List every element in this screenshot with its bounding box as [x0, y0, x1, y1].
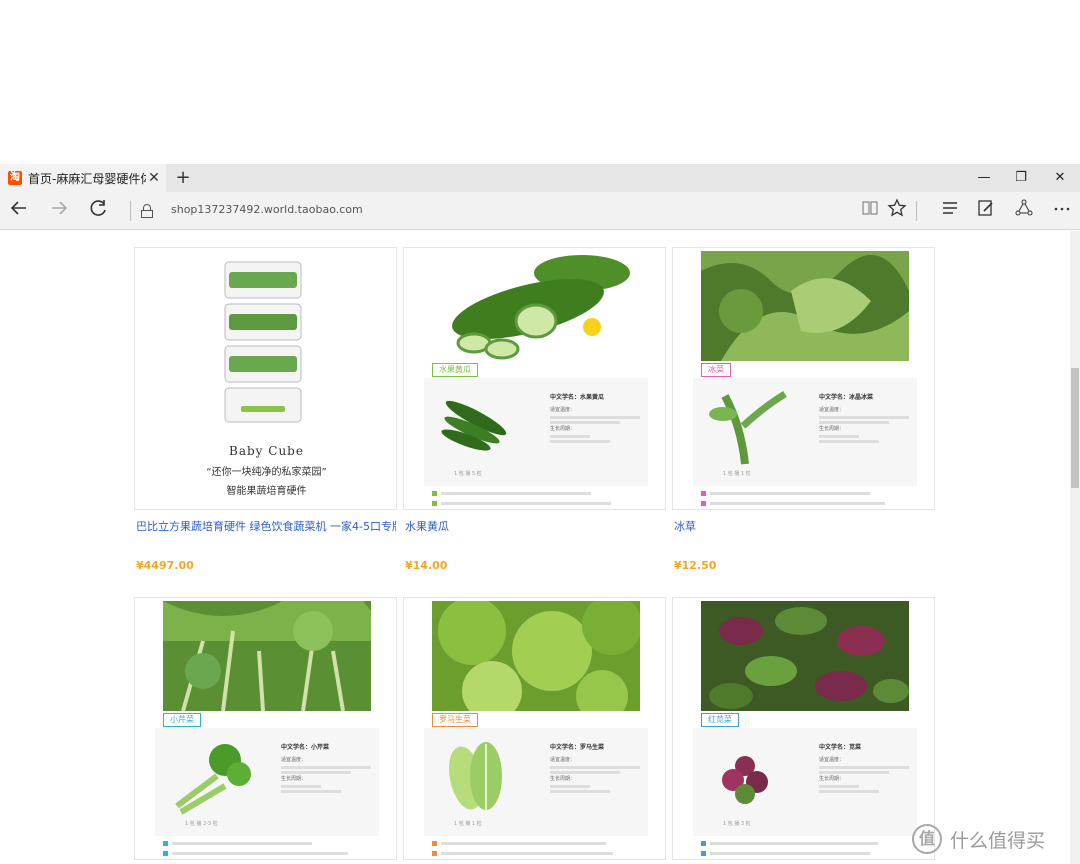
address-bar[interactable]: shop137237492.world.taobao.com [171, 203, 363, 216]
seed-caption: 1 包 播 1 粒 [454, 821, 482, 827]
close-window-button[interactable]: ✕ [1040, 164, 1080, 192]
info-heading: 中文学名：罗马生菜 [550, 744, 605, 751]
product-price: ¥14.00 [405, 559, 448, 572]
slogan-label: “还你一块纯净的私家菜园” [206, 467, 327, 478]
new-tab-button[interactable]: + [172, 166, 194, 190]
info-label: 适宜温度： [819, 407, 845, 413]
feature-bullets [163, 838, 383, 858]
product-tag: 水果黄瓜 [432, 363, 478, 377]
watermark-text: 什么值得买 [950, 829, 1046, 852]
ice-plant-icon [709, 390, 787, 465]
product-tag: 罗马生菜 [432, 713, 478, 727]
lock-icon [141, 204, 153, 218]
forward-icon[interactable] [46, 198, 72, 224]
ice-plant-photo-icon [701, 251, 909, 361]
page-content: Baby Cube “还你一块纯净的私家菜园” 智能果蔬培育硬件 巴比立方果蔬培… [0, 231, 1070, 864]
info-panel: 1 包 播 5 粒 中文学名：水果黄瓜 适宜温度： 生长周期： [424, 378, 648, 486]
vertical-scrollbar[interactable] [1070, 231, 1080, 864]
info-heading: 中文学名：小芹菜 [281, 744, 330, 751]
seed-caption: 1 包 播 1 粒 [723, 471, 751, 477]
cucumber-icon [441, 400, 507, 451]
info-label: 适宜温度： [550, 407, 576, 413]
product-image[interactable]: Baby Cube “还你一块纯净的私家菜园” 智能果蔬培育硬件 [134, 247, 397, 510]
navigation-bar: shop137237492.world.taobao.com [0, 192, 1080, 230]
info-text: 中文学名：冰晶冰菜 适宜温度： 生长周期： [819, 392, 915, 445]
brand-label: Baby Cube [229, 444, 304, 458]
feature-bullets [432, 838, 652, 858]
info-label: 适宜温度： [281, 757, 307, 763]
share-icon[interactable] [1011, 198, 1037, 224]
info-label: 生长周期： [819, 426, 845, 432]
feature-bullets [432, 488, 652, 508]
info-panel: 1 包 播 1 粒 中文学名：冰晶冰菜 适宜温度： 生长周期： [693, 378, 917, 486]
more-icon[interactable] [1049, 198, 1075, 224]
info-label: 生长周期： [819, 776, 845, 782]
taobao-favicon-icon: 淘 [8, 171, 22, 185]
product-image[interactable]: 小芹菜 1 包 播 2-3 粒 中文学名：小芹菜 适宜温度： 生长周期： [134, 597, 397, 860]
info-label: 生长周期： [550, 776, 576, 782]
info-label: 生长周期： [281, 776, 307, 782]
product-price: ¥4497.00 [136, 559, 194, 572]
feature-bullets [701, 838, 921, 858]
web-note-icon[interactable] [973, 198, 999, 224]
browser-tab[interactable]: 淘 首页-麻麻汇母婴硬件体 ✕ [0, 164, 166, 192]
product-image[interactable]: 冰菜 1 包 播 1 粒 中文学名：冰晶冰菜 适宜温度： 生长周期： [672, 247, 935, 510]
seed-caption: 1 包 播 3 粒 [723, 821, 751, 827]
info-panel: 1 包 播 1 粒 中文学名：罗马生菜 适宜温度： 生长周期： [424, 728, 648, 836]
smzdm-logo-icon: 值 [912, 824, 942, 854]
info-heading: 中文学名：苋菜 [819, 744, 862, 751]
separator [916, 201, 917, 221]
celery-icon [175, 744, 251, 815]
tab-title: 首页-麻麻汇母婴硬件体 [28, 171, 146, 186]
product-title-link[interactable]: 冰草 [674, 519, 934, 535]
hub-icon[interactable] [937, 198, 963, 224]
back-icon[interactable] [6, 198, 32, 224]
amaranth-photo-icon [701, 601, 909, 711]
feature-bullets [701, 488, 921, 508]
product-tag: 冰菜 [701, 363, 731, 377]
info-panel: 1 包 播 2-3 粒 中文学名：小芹菜 适宜温度： 生长周期： [155, 728, 379, 836]
info-label: 生长周期： [550, 426, 576, 432]
seed-caption: 1 包 播 2-3 粒 [185, 821, 218, 827]
scrollbar-thumb[interactable] [1071, 368, 1079, 488]
info-heading: 中文学名：水果黄瓜 [550, 394, 605, 401]
info-label: 适宜温度： [550, 757, 576, 763]
product-image[interactable]: 水果黄瓜 1 包 播 5 粒 中文学名：水果黄瓜 适宜温度： 生长周期： [403, 247, 666, 510]
favorite-star-icon[interactable] [884, 198, 910, 224]
cucumber-photo-icon [432, 251, 640, 361]
subtitle-label: 智能果蔬培育硬件 [226, 486, 307, 497]
refresh-icon[interactable] [86, 198, 112, 224]
seed-caption: 1 包 播 5 粒 [454, 471, 482, 477]
product-image[interactable]: 红苋菜 1 包 播 3 粒 中文学名：苋菜 适宜温度： 生长周期： [672, 597, 935, 860]
restore-button[interactable]: ❐ [1001, 164, 1041, 192]
separator [130, 201, 131, 221]
info-text: 中文学名：罗马生菜 适宜温度： 生长周期： [550, 742, 646, 795]
info-text: 中文学名：苋菜 适宜温度： 生长周期： [819, 742, 915, 795]
product-image[interactable]: 罗马生菜 1 包 播 1 粒 中文学名：罗马生菜 适宜温度： 生长周期： [403, 597, 666, 860]
blank-area [0, 0, 1080, 164]
product-tag: 红苋菜 [701, 713, 739, 727]
tab-bar: 淘 首页-麻麻汇母婴硬件体 ✕ + — ❐ ✕ [0, 164, 1080, 192]
celery-photo-icon [163, 601, 371, 711]
product-title-link[interactable]: 水果黄瓜 [405, 519, 665, 535]
info-label: 适宜温度： [819, 757, 845, 763]
info-text: 中文学名：水果黄瓜 适宜温度： 生长周期： [550, 392, 646, 445]
info-text: 中文学名：小芹菜 适宜温度： 生长周期： [281, 742, 377, 795]
grow-cabinet-icon [224, 261, 302, 423]
romaine-photo-icon [432, 601, 640, 711]
product-title-link[interactable]: 巴比立方果蔬培育硬件 绿色饮食蔬菜机 一家4-5口专版 [136, 519, 396, 535]
romaine-icon [448, 742, 502, 810]
info-heading: 中文学名：冰晶冰菜 [819, 394, 874, 401]
info-panel: 1 包 播 3 粒 中文学名：苋菜 适宜温度： 生长周期： [693, 728, 917, 836]
product-tag: 小芹菜 [163, 713, 201, 727]
watermark: 值 什么值得买 [912, 824, 1045, 854]
product-price: ¥12.50 [674, 559, 717, 572]
reading-view-icon[interactable] [857, 198, 883, 224]
minimize-button[interactable]: — [964, 164, 1004, 192]
amaranth-icon [722, 756, 768, 804]
tab-close-icon[interactable]: ✕ [146, 170, 162, 186]
